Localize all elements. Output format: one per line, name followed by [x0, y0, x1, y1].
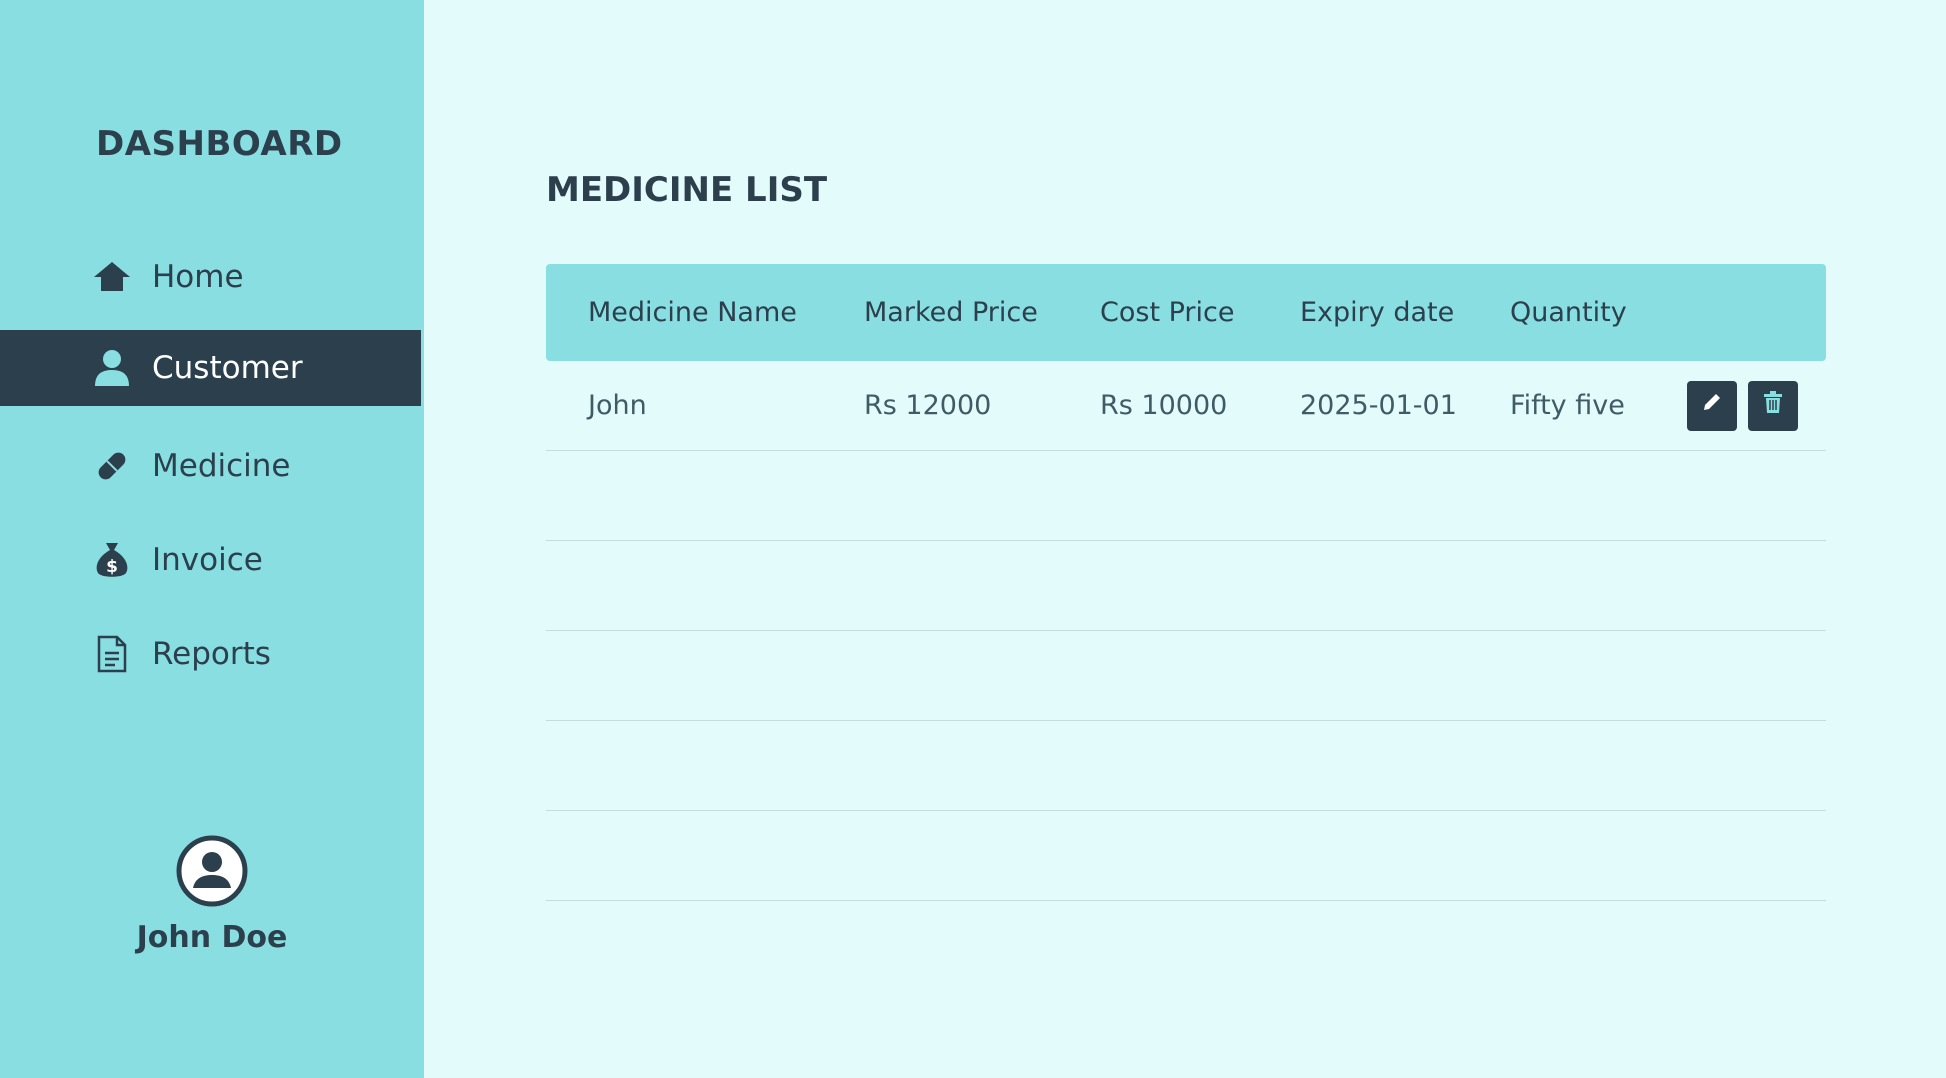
- cell-quantity: Fifty five: [1510, 390, 1625, 421]
- table-row: [546, 451, 1826, 541]
- trash-icon: [1760, 389, 1786, 422]
- sidebar-item-invoice[interactable]: $ Invoice: [0, 522, 421, 598]
- sidebar-item-label: Reports: [152, 636, 271, 672]
- table-header: Medicine Name Marked Price Cost Price Ex…: [546, 264, 1826, 361]
- money-bag-icon: $: [90, 538, 134, 582]
- sidebar-item-label: Medicine: [152, 448, 291, 484]
- sidebar-item-customer[interactable]: Customer: [0, 330, 421, 406]
- table-row: [546, 811, 1826, 901]
- sidebar-item-medicine[interactable]: Medicine: [0, 428, 421, 504]
- sidebar: DASHBOARD Home Customer Medicine $ Invoi…: [0, 0, 424, 1078]
- sidebar-item-label: Invoice: [152, 542, 263, 578]
- home-icon: [90, 255, 134, 299]
- user-name: John Doe: [136, 920, 288, 955]
- cell-medicine-name: John: [588, 390, 647, 421]
- sidebar-item-label: Customer: [152, 350, 303, 386]
- column-header-quantity: Quantity: [1510, 297, 1627, 328]
- cell-marked-price: Rs 12000: [864, 390, 992, 421]
- sidebar-item-reports[interactable]: Reports: [0, 616, 421, 692]
- table-row: [546, 541, 1826, 631]
- pencil-icon: [1699, 389, 1725, 422]
- svg-text:$: $: [106, 557, 118, 577]
- table-row: John Rs 12000 Rs 10000 2025-01-01 Fifty …: [546, 361, 1826, 451]
- cell-expiry-date: 2025-01-01: [1300, 390, 1457, 421]
- pill-icon: [90, 444, 134, 488]
- column-header-cost-price: Cost Price: [1100, 297, 1235, 328]
- cell-cost-price: Rs 10000: [1100, 390, 1228, 421]
- delete-button[interactable]: [1748, 380, 1798, 431]
- page-title: MEDICINE LIST: [546, 170, 828, 210]
- edit-button[interactable]: [1687, 380, 1737, 431]
- user-circle-icon: [175, 834, 249, 912]
- document-icon: [90, 632, 134, 676]
- column-header-medicine-name: Medicine Name: [588, 297, 797, 328]
- row-actions: [1687, 380, 1798, 431]
- table-row: [546, 721, 1826, 811]
- column-header-expiry-date: Expiry date: [1300, 297, 1455, 328]
- table-row: [546, 631, 1826, 721]
- sidebar-item-home[interactable]: Home: [0, 239, 421, 315]
- sidebar-item-label: Home: [152, 259, 244, 295]
- medicine-table: Medicine Name Marked Price Cost Price Ex…: [546, 264, 1826, 901]
- user-icon: [90, 346, 134, 390]
- user-profile[interactable]: John Doe: [0, 834, 424, 955]
- brand-title: DASHBOARD: [96, 124, 343, 164]
- column-header-marked-price: Marked Price: [864, 297, 1038, 328]
